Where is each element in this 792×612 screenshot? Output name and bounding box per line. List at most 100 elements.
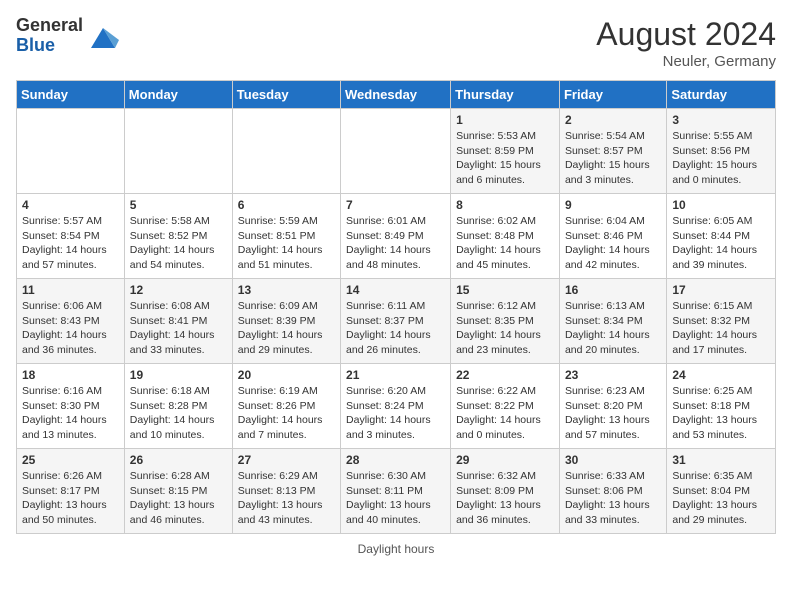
calendar-cell: 3Sunrise: 5:55 AM Sunset: 8:56 PM Daylig… <box>667 109 776 194</box>
calendar-cell: 31Sunrise: 6:35 AM Sunset: 8:04 PM Dayli… <box>667 449 776 534</box>
header-row: SundayMondayTuesdayWednesdayThursdayFrid… <box>17 81 776 109</box>
calendar-cell: 15Sunrise: 6:12 AM Sunset: 8:35 PM Dayli… <box>451 279 560 364</box>
day-info: Sunrise: 5:58 AM Sunset: 8:52 PM Dayligh… <box>130 214 227 273</box>
day-info: Sunrise: 5:57 AM Sunset: 8:54 PM Dayligh… <box>22 214 119 273</box>
calendar-cell: 14 Sunrise: 6:11 AM Sunset: 8:37 PM Dayli… <box>341 279 451 364</box>
col-header-saturday: Saturday <box>667 81 776 109</box>
day-info: Sunrise: 6:26 AM Sunset: 8:17 PM Dayligh… <box>22 469 119 528</box>
day-info: Sunrise: 6:23 AM Sunset: 8:20 PM Dayligh… <box>565 384 661 443</box>
calendar-cell: 1 Sunrise: 5:53 AM Sunset: 8:59 PM Daylig… <box>451 109 560 194</box>
logo: General Blue <box>16 16 119 56</box>
calendar-cell: 20Sunrise: 6:19 AM Sunset: 8:26 PM Dayli… <box>232 364 340 449</box>
day-info: Sunrise: 6:06 AM Sunset: 8:43 PM Dayligh… <box>22 299 119 358</box>
day-info: Sunrise: 6:18 AM Sunset: 8:28 PM Dayligh… <box>130 384 227 443</box>
day-number: 12 <box>130 283 227 297</box>
calendar-cell: 6Sunrise: 5:59 AM Sunset: 8:51 PM Daylig… <box>232 194 340 279</box>
calendar-cell: 28 Sunrise: 6:30 AM Sunset: 8:11 PM Dayli… <box>341 449 451 534</box>
day-info: Sunrise: 5:59 AM Sunset: 8:51 PM Dayligh… <box>238 214 335 273</box>
day-info: Sunrise: 6:08 AM Sunset: 8:41 PM Dayligh… <box>130 299 227 358</box>
col-header-thursday: Thursday <box>451 81 560 109</box>
day-info: Sunrise: 5:53 AM Sunset: 8:59 PM Dayligh… <box>456 129 554 188</box>
calendar-cell: 27Sunrise: 6:29 AM Sunset: 8:13 PM Dayli… <box>232 449 340 534</box>
day-info: Sunrise: 6:35 AM Sunset: 8:04 PM Dayligh… <box>672 469 770 528</box>
day-info: Sunrise: 6:02 AM Sunset: 8:48 PM Dayligh… <box>456 214 554 273</box>
day-info: Sunrise: 6:25 AM Sunset: 8:18 PM Dayligh… <box>672 384 770 443</box>
daylight-label: Daylight hours <box>358 542 435 556</box>
day-number: 1 <box>456 113 554 127</box>
week-row-2: 11Sunrise: 6:06 AM Sunset: 8:43 PM Dayli… <box>17 279 776 364</box>
title-block: August 2024 Neuler, Germany <box>596 16 776 70</box>
calendar-cell <box>341 109 451 194</box>
calendar-cell: 10Sunrise: 6:05 AM Sunset: 8:44 PM Dayli… <box>667 194 776 279</box>
week-row-4: 25 Sunrise: 6:26 AM Sunset: 8:17 PM Dayli… <box>17 449 776 534</box>
calendar-cell: 9 Sunrise: 6:04 AM Sunset: 8:46 PM Daylig… <box>559 194 666 279</box>
calendar-cell: 2 Sunrise: 5:54 AM Sunset: 8:57 PM Daylig… <box>559 109 666 194</box>
day-info: Sunrise: 6:30 AM Sunset: 8:11 PM Dayligh… <box>346 469 445 528</box>
day-number: 18 <box>22 368 119 382</box>
day-info: Sunrise: 6:12 AM Sunset: 8:35 PM Dayligh… <box>456 299 554 358</box>
day-info: Sunrise: 6:11 AM Sunset: 8:37 PM Dayligh… <box>346 299 445 358</box>
day-info: Sunrise: 5:55 AM Sunset: 8:56 PM Dayligh… <box>672 129 770 188</box>
col-header-monday: Monday <box>124 81 232 109</box>
day-number: 28 <box>346 453 445 467</box>
day-number: 19 <box>130 368 227 382</box>
day-number: 8 <box>456 198 554 212</box>
col-header-wednesday: Wednesday <box>341 81 451 109</box>
day-number: 16 <box>565 283 661 297</box>
day-info: Sunrise: 6:22 AM Sunset: 8:22 PM Dayligh… <box>456 384 554 443</box>
day-info: Sunrise: 6:33 AM Sunset: 8:06 PM Dayligh… <box>565 469 661 528</box>
day-number: 5 <box>130 198 227 212</box>
day-number: 22 <box>456 368 554 382</box>
calendar-cell: 29 Sunrise: 6:32 AM Sunset: 8:09 PM Dayli… <box>451 449 560 534</box>
day-info: Sunrise: 6:04 AM Sunset: 8:46 PM Dayligh… <box>565 214 661 273</box>
col-header-friday: Friday <box>559 81 666 109</box>
calendar-cell: 5 Sunrise: 5:58 AM Sunset: 8:52 PM Daylig… <box>124 194 232 279</box>
day-number: 26 <box>130 453 227 467</box>
calendar-cell: 30 Sunrise: 6:33 AM Sunset: 8:06 PM Dayli… <box>559 449 666 534</box>
calendar-cell: 12 Sunrise: 6:08 AM Sunset: 8:41 PM Dayli… <box>124 279 232 364</box>
day-info: Sunrise: 5:54 AM Sunset: 8:57 PM Dayligh… <box>565 129 661 188</box>
calendar-cell: 8 Sunrise: 6:02 AM Sunset: 8:48 PM Daylig… <box>451 194 560 279</box>
day-info: Sunrise: 6:28 AM Sunset: 8:15 PM Dayligh… <box>130 469 227 528</box>
calendar-cell: 23 Sunrise: 6:23 AM Sunset: 8:20 PM Dayli… <box>559 364 666 449</box>
day-number: 30 <box>565 453 661 467</box>
location: Neuler, Germany <box>596 53 776 70</box>
logo-blue: Blue <box>16 35 55 55</box>
logo-text: General Blue <box>16 16 83 56</box>
week-row-1: 4Sunrise: 5:57 AM Sunset: 8:54 PM Daylig… <box>17 194 776 279</box>
month-year: August 2024 <box>596 16 776 53</box>
day-info: Sunrise: 6:20 AM Sunset: 8:24 PM Dayligh… <box>346 384 445 443</box>
col-header-sunday: Sunday <box>17 81 125 109</box>
logo-general: General <box>16 15 83 35</box>
logo-icon <box>87 20 119 52</box>
day-info: Sunrise: 6:32 AM Sunset: 8:09 PM Dayligh… <box>456 469 554 528</box>
day-number: 2 <box>565 113 661 127</box>
calendar-cell: 11Sunrise: 6:06 AM Sunset: 8:43 PM Dayli… <box>17 279 125 364</box>
calendar-cell: 16 Sunrise: 6:13 AM Sunset: 8:34 PM Dayli… <box>559 279 666 364</box>
day-number: 17 <box>672 283 770 297</box>
calendar-cell: 24 Sunrise: 6:25 AM Sunset: 8:18 PM Dayli… <box>667 364 776 449</box>
day-number: 24 <box>672 368 770 382</box>
footer: Daylight hours <box>16 542 776 556</box>
day-number: 9 <box>565 198 661 212</box>
calendar-cell <box>17 109 125 194</box>
day-number: 13 <box>238 283 335 297</box>
day-number: 10 <box>672 198 770 212</box>
calendar-cell <box>124 109 232 194</box>
day-number: 25 <box>22 453 119 467</box>
day-number: 7 <box>346 198 445 212</box>
day-number: 29 <box>456 453 554 467</box>
day-info: Sunrise: 6:16 AM Sunset: 8:30 PM Dayligh… <box>22 384 119 443</box>
calendar-cell: 4Sunrise: 5:57 AM Sunset: 8:54 PM Daylig… <box>17 194 125 279</box>
calendar-cell: 25 Sunrise: 6:26 AM Sunset: 8:17 PM Dayli… <box>17 449 125 534</box>
calendar-cell <box>232 109 340 194</box>
day-info: Sunrise: 6:15 AM Sunset: 8:32 PM Dayligh… <box>672 299 770 358</box>
day-number: 14 <box>346 283 445 297</box>
calendar-cell: 13Sunrise: 6:09 AM Sunset: 8:39 PM Dayli… <box>232 279 340 364</box>
day-info: Sunrise: 6:13 AM Sunset: 8:34 PM Dayligh… <box>565 299 661 358</box>
calendar-cell: 18 Sunrise: 6:16 AM Sunset: 8:30 PM Dayli… <box>17 364 125 449</box>
day-info: Sunrise: 6:01 AM Sunset: 8:49 PM Dayligh… <box>346 214 445 273</box>
day-number: 23 <box>565 368 661 382</box>
calendar-cell: 22 Sunrise: 6:22 AM Sunset: 8:22 PM Dayli… <box>451 364 560 449</box>
calendar-cell: 17 Sunrise: 6:15 AM Sunset: 8:32 PM Dayli… <box>667 279 776 364</box>
